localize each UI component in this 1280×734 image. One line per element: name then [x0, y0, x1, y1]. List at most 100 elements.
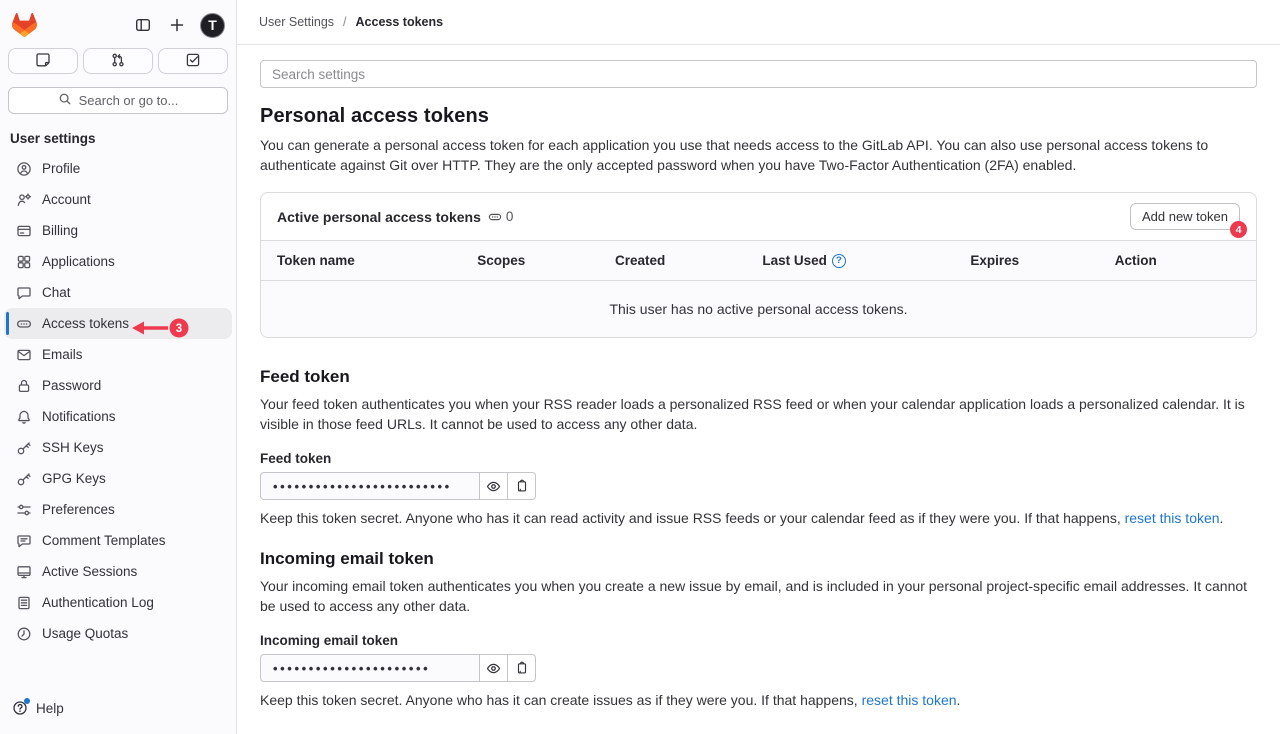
feed-token-value[interactable]: ••••••••••••••••••••••••• — [260, 472, 480, 500]
col-scopes: Scopes — [477, 253, 615, 268]
note-period: . — [957, 692, 961, 708]
monitor-icon — [16, 564, 32, 580]
add-new-token-button[interactable]: Add new token — [1130, 203, 1240, 230]
add-token-wrap: Add new token 4 — [1130, 203, 1240, 230]
help-button[interactable]: Help — [6, 696, 230, 720]
profile-icon — [16, 161, 32, 177]
breadcrumb-user-settings[interactable]: User Settings — [259, 15, 334, 29]
help-icon — [12, 700, 28, 716]
feed-token-note: Keep this token secret. Anyone who has i… — [260, 508, 1257, 528]
sidebar-item-notifications[interactable]: Notifications — [4, 401, 232, 432]
feed-token-description: Your feed token authenticates you when y… — [260, 394, 1257, 434]
sidebar-item-label: Preferences — [42, 502, 115, 517]
sidebar-toggle-icon[interactable] — [132, 14, 154, 36]
sidebar-item-applications[interactable]: Applications — [4, 246, 232, 277]
breadcrumb-bar: User Settings / Access tokens — [237, 0, 1280, 45]
chat-icon — [16, 285, 32, 301]
sidebar-item-authentication-log[interactable]: Authentication Log — [4, 587, 232, 618]
issues-shortcut-button[interactable] — [8, 48, 78, 74]
col-expires: Expires — [970, 253, 1114, 268]
col-last-used: Last Used ? — [762, 253, 970, 268]
search-settings-input[interactable] — [260, 60, 1257, 88]
sidebar-item-access-tokens[interactable]: Access tokens — [4, 308, 232, 339]
sidebar-item-password[interactable]: Password — [4, 370, 232, 401]
sidebar-shortcuts — [0, 44, 236, 74]
content-area: User Settings / Access tokens Personal a… — [237, 0, 1280, 734]
reveal-eye-icon[interactable] — [480, 654, 508, 682]
annotation-marker-4: 4 — [1230, 221, 1247, 238]
settings-main: Personal access tokens You can generate … — [237, 45, 1280, 714]
reset-incoming-token-link[interactable]: reset this token — [862, 692, 957, 708]
sidebar-item-comment-templates[interactable]: Comment Templates — [4, 525, 232, 556]
sidebar-section-title: User settings — [0, 114, 236, 153]
col-last-used-label: Last Used — [762, 253, 827, 268]
sidebar-item-profile[interactable]: Profile — [4, 153, 232, 184]
reset-feed-token-link[interactable]: reset this token — [1125, 510, 1220, 526]
incoming-email-token-description: Your incoming email token authenticates … — [260, 576, 1257, 616]
comment-lines-icon — [16, 533, 32, 549]
user-avatar[interactable]: T — [200, 13, 225, 38]
help-label: Help — [36, 701, 64, 716]
gitlab-logo[interactable] — [12, 13, 37, 37]
email-icon — [16, 347, 32, 363]
sidebar-item-active-sessions[interactable]: Active Sessions — [4, 556, 232, 587]
token-icon — [16, 316, 32, 332]
feed-token-group: ••••••••••••••••••••••••• — [260, 472, 1257, 500]
card-title-text: Active personal access tokens — [277, 209, 481, 225]
sidebar-item-label: Profile — [42, 161, 80, 176]
sidebar-item-chat[interactable]: Chat — [4, 277, 232, 308]
sliders-icon — [16, 502, 32, 518]
billing-icon — [16, 223, 32, 239]
applications-icon — [16, 254, 32, 270]
search-icon — [58, 92, 72, 109]
sidebar-item-ssh-keys[interactable]: SSH Keys — [4, 432, 232, 463]
feed-token-label: Feed token — [260, 451, 1257, 466]
reveal-eye-icon[interactable] — [480, 472, 508, 500]
sidebar: T — [0, 0, 237, 734]
sidebar-item-label: GPG Keys — [42, 471, 106, 486]
new-plus-icon[interactable] — [166, 14, 188, 36]
sidebar-top-bar: T — [0, 0, 236, 44]
token-count: 0 — [488, 209, 514, 224]
sidebar-item-gpg-keys[interactable]: GPG Keys — [4, 463, 232, 494]
col-token-name: Token name — [277, 253, 477, 268]
sidebar-item-label: Billing — [42, 223, 78, 238]
sidebar-item-label: Active Sessions — [42, 564, 137, 579]
sidebar-item-label: Usage Quotas — [42, 626, 128, 641]
gitlab-app: T — [0, 0, 1280, 734]
sidebar-item-label: Chat — [42, 285, 71, 300]
issues-icon — [35, 52, 51, 71]
token-icon — [488, 210, 502, 224]
sidebar-item-usage-quotas[interactable]: Usage Quotas — [4, 618, 232, 649]
lock-icon — [16, 378, 32, 394]
account-icon — [16, 192, 32, 208]
log-icon — [16, 595, 32, 611]
copy-clipboard-icon[interactable] — [508, 472, 536, 500]
sidebar-item-preferences[interactable]: Preferences — [4, 494, 232, 525]
note-text: Keep this token secret. Anyone who has i… — [260, 692, 862, 708]
sidebar-item-emails[interactable]: Emails — [4, 339, 232, 370]
sidebar-top-actions: T — [132, 13, 225, 38]
card-title: Active personal access tokens 0 — [277, 209, 513, 225]
settings-nav: Profile Account — [0, 153, 236, 649]
incoming-token-value[interactable]: •••••••••••••••••••••• — [260, 654, 480, 682]
last-used-help-icon[interactable]: ? — [832, 254, 846, 268]
incoming-email-token-label: Incoming email token — [260, 633, 1257, 648]
search-or-go-to[interactable]: Search or go to... — [8, 87, 228, 114]
todo-shortcut-button[interactable] — [158, 48, 228, 74]
key-icon — [16, 471, 32, 487]
merge-requests-shortcut-button[interactable] — [83, 48, 153, 74]
card-header: Active personal access tokens 0 — [261, 193, 1256, 240]
bell-icon — [16, 409, 32, 425]
col-created: Created — [615, 253, 762, 268]
sidebar-item-label: Comment Templates — [42, 533, 166, 548]
pat-description: You can generate a personal access token… — [260, 135, 1257, 175]
feed-token-title: Feed token — [260, 367, 1257, 387]
feed-token-section: Feed token Your feed token authenticates… — [260, 367, 1257, 528]
incoming-token-group: •••••••••••••••••••••• — [260, 654, 1257, 682]
copy-clipboard-icon[interactable] — [508, 654, 536, 682]
sidebar-item-account[interactable]: Account — [4, 184, 232, 215]
incoming-email-token-title: Incoming email token — [260, 549, 1257, 569]
sidebar-item-billing[interactable]: Billing — [4, 215, 232, 246]
active-tokens-card: Active personal access tokens 0 — [260, 192, 1257, 338]
